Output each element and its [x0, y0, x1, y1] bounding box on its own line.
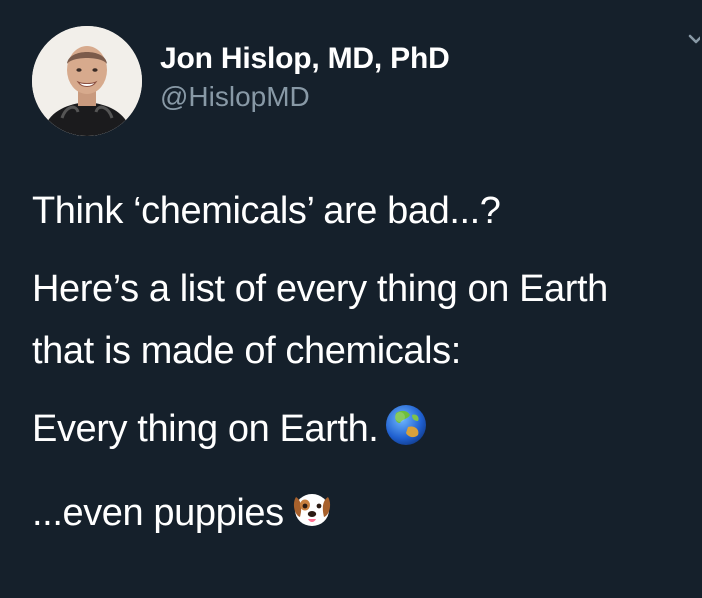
chevron-down-icon[interactable]: [660, 24, 702, 64]
globe-asia-australia-icon: [384, 403, 428, 466]
tweet-text: Think ‘chemicals’ are bad...? Here’s a l…: [32, 180, 682, 550]
tweet-header: Jon Hislop, MD, PhD @HislopMD: [32, 26, 682, 136]
tweet-line-1: Think ‘chemicals’ are bad...?: [32, 190, 501, 232]
tweet-line-5: ...even puppies: [32, 482, 682, 550]
tweet-line-4: Every thing on Earth.: [32, 398, 682, 466]
dog-face-icon: [290, 487, 334, 550]
author-display-name[interactable]: Jon Hislop, MD, PhD: [160, 39, 450, 79]
tweet-line-5-text: ...even puppies: [32, 492, 284, 534]
author-handle[interactable]: @HislopMD: [160, 79, 450, 115]
tweet-line-3: that is made of chemicals:: [32, 330, 461, 372]
tweet-line-2: Here’s a list of every thing on Earth: [32, 268, 608, 310]
tweet-line-4-text: Every thing on Earth.: [32, 408, 379, 450]
author-avatar[interactable]: [32, 26, 142, 136]
author-names: Jon Hislop, MD, PhD @HislopMD: [160, 39, 450, 115]
avatar-photo: [32, 26, 142, 136]
tweet-card: Jon Hislop, MD, PhD @HislopMD Think ‘che…: [0, 0, 702, 598]
